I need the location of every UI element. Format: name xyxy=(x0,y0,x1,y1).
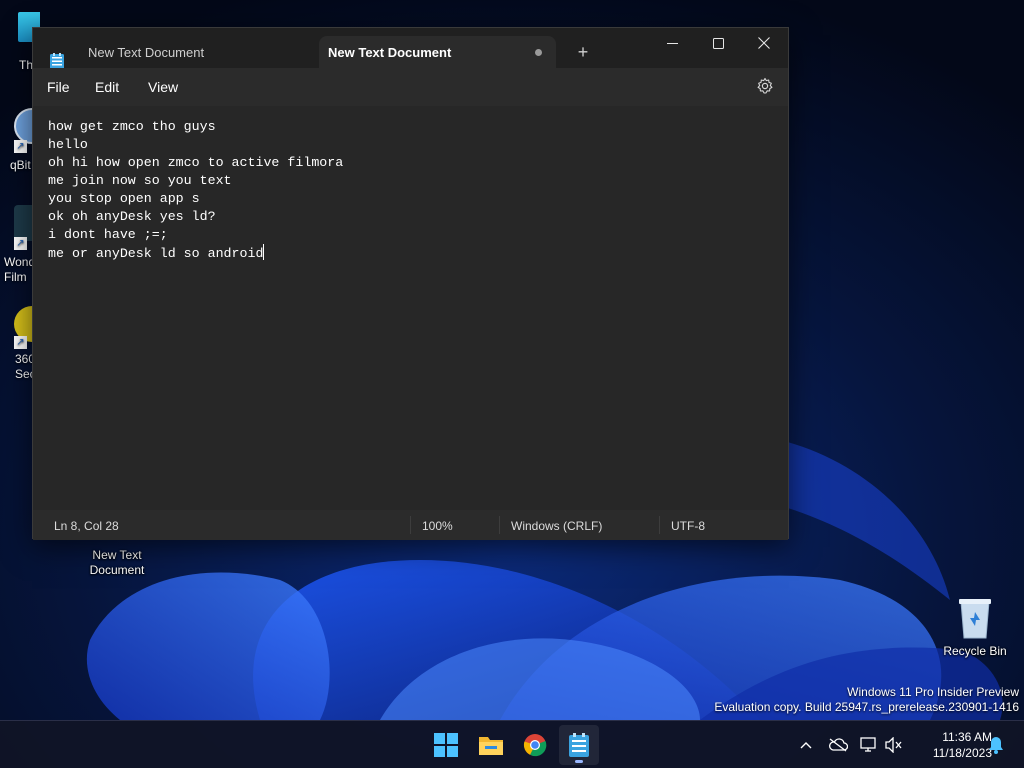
minimize-button[interactable] xyxy=(649,28,695,58)
file-explorer-icon xyxy=(479,737,503,755)
taskbar: 11:36 AM 11/18/2023 xyxy=(0,720,1024,768)
close-icon xyxy=(758,37,770,49)
file-explorer-button[interactable] xyxy=(471,725,511,765)
desktop-icon-label: qBit xyxy=(10,158,31,172)
tab-new-text-document-2[interactable]: New Text Document xyxy=(319,36,556,68)
minimize-icon xyxy=(666,42,678,44)
windows-start-icon xyxy=(434,733,458,757)
system-clock[interactable]: 11:36 AM 11/18/2023 xyxy=(912,729,992,761)
desktop-icon-recycle-bin[interactable]: Recycle Bin xyxy=(933,596,1017,659)
notepad-window[interactable]: New Text Document New Text Document + Fi… xyxy=(32,27,789,540)
unsaved-indicator-icon[interactable] xyxy=(535,49,542,56)
onedrive-button[interactable] xyxy=(828,735,848,755)
editor-line: me join now so you text xyxy=(48,173,232,188)
desktop-icon-label: Wond Film xyxy=(4,255,36,284)
network-icon xyxy=(860,737,876,752)
clock-date: 11/18/2023 xyxy=(932,746,992,760)
editor-line: oh hi how open zmco to active filmora xyxy=(48,155,344,170)
cloud-off-icon xyxy=(829,738,848,752)
desktop-icon-label: Th xyxy=(19,58,34,72)
watermark-line-2: Evaluation copy. Build 25947.rs_prerelea… xyxy=(714,700,1019,714)
editor-line-last: me or anyDesk ld so android xyxy=(48,244,788,262)
notepad-taskbar-button[interactable] xyxy=(559,725,599,765)
text-editor[interactable]: how get zmco tho guys hello oh hi how op… xyxy=(33,106,788,510)
line-ending[interactable]: Windows (CRLF) xyxy=(511,519,602,533)
status-divider xyxy=(499,516,500,534)
new-tab-button[interactable]: + xyxy=(574,43,592,61)
gear-icon[interactable] xyxy=(756,77,774,95)
editor-line: ok oh anyDesk yes ld? xyxy=(48,209,216,224)
tab-label: New Text Document xyxy=(328,44,452,60)
chevron-up-icon xyxy=(800,742,812,749)
watermark-line-1: Windows 11 Pro Insider Preview xyxy=(847,685,1019,699)
chrome-button[interactable] xyxy=(515,725,555,765)
editor-line: you stop open app s xyxy=(48,191,200,206)
volume-button[interactable] xyxy=(884,735,904,755)
desktop-icon-label: Recycle Bin xyxy=(943,644,1007,658)
desktop-icon-new-text-document[interactable]: New Text Document xyxy=(75,548,159,578)
clock-time: 11:36 AM xyxy=(942,730,992,744)
text-caret xyxy=(263,244,265,260)
close-button[interactable] xyxy=(741,28,787,58)
desktop-icon-label: New Text Document xyxy=(89,548,145,577)
menu-edit[interactable]: Edit xyxy=(95,79,119,95)
network-button[interactable] xyxy=(859,735,879,755)
bell-icon xyxy=(989,737,1003,754)
tab-new-text-document-1[interactable]: New Text Document xyxy=(33,36,313,70)
menu-view[interactable]: View xyxy=(148,79,178,95)
notifications-button[interactable] xyxy=(986,735,1006,755)
menu-bar: File Edit View xyxy=(33,68,788,106)
status-bar: Ln 8, Col 28 100% Windows (CRLF) UTF-8 xyxy=(33,510,788,540)
editor-line: how get zmco tho guys xyxy=(48,119,216,134)
title-bar[interactable]: New Text Document New Text Document + xyxy=(33,28,788,70)
speaker-muted-icon xyxy=(885,737,902,753)
active-app-indicator xyxy=(575,760,583,763)
recycle-bin-icon xyxy=(959,599,991,639)
status-divider xyxy=(659,516,660,534)
maximize-icon xyxy=(712,37,724,49)
start-button[interactable] xyxy=(426,725,466,765)
show-hidden-icons-button[interactable] xyxy=(796,735,816,755)
cursor-position: Ln 8, Col 28 xyxy=(54,519,119,533)
editor-line-text: me or anyDesk ld so android xyxy=(48,246,264,261)
notepad-icon xyxy=(569,733,589,757)
evaluation-watermark: Windows 11 Pro Insider Preview Evaluatio… xyxy=(714,685,1019,715)
shortcut-arrow-icon: ↗ xyxy=(14,140,27,153)
encoding[interactable]: UTF-8 xyxy=(671,519,705,533)
shortcut-arrow-icon: ↗ xyxy=(14,336,27,349)
menu-file[interactable]: File xyxy=(47,79,70,95)
zoom-level[interactable]: 100% xyxy=(422,519,453,533)
status-divider xyxy=(410,516,411,534)
editor-line: hello xyxy=(48,137,88,152)
chrome-icon xyxy=(523,734,547,757)
editor-line: i dont have ;=; xyxy=(48,227,168,242)
tab-label: New Text Document xyxy=(88,45,205,60)
maximize-button[interactable] xyxy=(695,28,741,58)
shortcut-arrow-icon: ↗ xyxy=(14,237,27,250)
